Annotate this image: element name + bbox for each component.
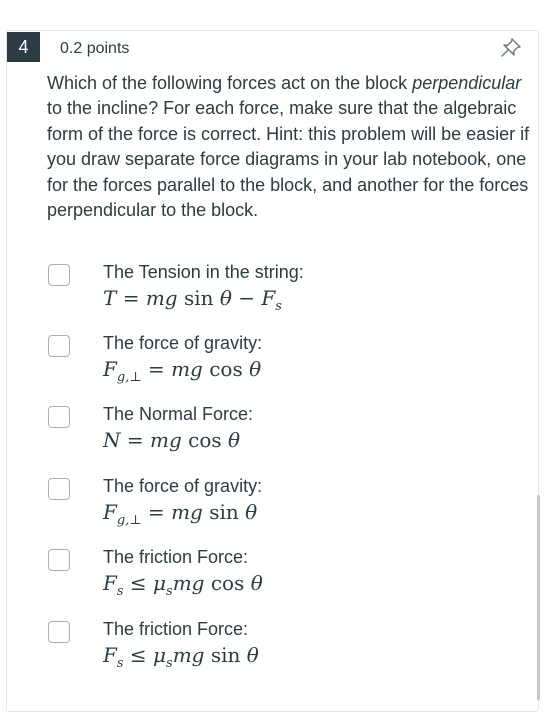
question-number-badge: 4 [7,32,40,62]
scrollbar[interactable] [537,495,540,700]
answer-checkbox[interactable] [48,335,70,357]
answer-label: The force of gravity: [103,333,263,353]
answer-checkbox[interactable] [48,264,70,286]
answer-formula: Fg,⊥ = mg cos θ [103,357,262,385]
answer-formula: Fs ≤ μsmg sin θ [103,643,259,671]
question-text-part2: to the incline? For each force, make sur… [47,98,530,221]
question-points: 0.2 points [60,40,130,57]
question-text: Which of the following forces act on the… [47,71,532,223]
question-emphasis: perpendicular [412,73,522,93]
answer-label: The friction Force: [103,547,249,567]
answer-checkbox[interactable] [48,478,70,500]
pin-icon[interactable] [499,36,523,58]
answer-checkbox[interactable] [48,406,70,428]
answer-formula: T = mg sin θ − Fs [103,286,282,314]
answer-formula: N = mg cos θ [103,428,241,452]
answer-label: The friction Force: [103,619,249,639]
answer-formula: Fg,⊥ = mg sin θ [103,500,258,528]
answer-formula: Fs ≤ μsmg cos θ [103,571,263,599]
answer-label: The Normal Force: [103,404,254,424]
answer-label: The force of gravity: [103,476,263,496]
answer-checkbox[interactable] [48,549,70,571]
question-text-part1: Which of the following forces act on the… [47,73,413,93]
answer-checkbox[interactable] [48,621,70,643]
answer-label: The Tension in the string: [103,262,304,282]
